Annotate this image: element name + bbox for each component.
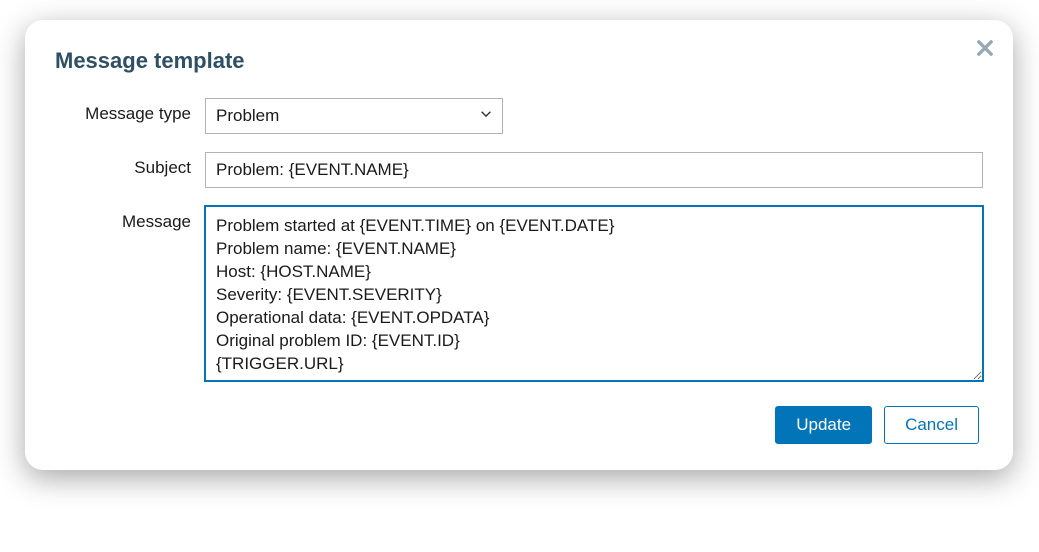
message-row: Message Problem started at {EVENT.TIME} …	[55, 206, 983, 386]
subject-label: Subject	[55, 152, 205, 178]
message-type-select[interactable]: Problem	[205, 98, 503, 134]
dialog-title: Message template	[55, 48, 983, 74]
close-icon[interactable]	[975, 38, 995, 58]
message-type-label: Message type	[55, 98, 205, 124]
update-button[interactable]: Update	[775, 406, 872, 444]
message-textarea[interactable]: Problem started at {EVENT.TIME} on {EVEN…	[205, 206, 983, 381]
cancel-button[interactable]: Cancel	[884, 406, 979, 444]
subject-input[interactable]	[205, 152, 983, 188]
message-template-dialog: Message template Message type Problem Su…	[25, 20, 1013, 470]
subject-row: Subject	[55, 152, 983, 188]
button-row: Update Cancel	[55, 406, 983, 444]
message-label: Message	[55, 206, 205, 232]
message-type-row: Message type Problem	[55, 98, 983, 134]
message-type-value: Problem	[216, 106, 279, 126]
